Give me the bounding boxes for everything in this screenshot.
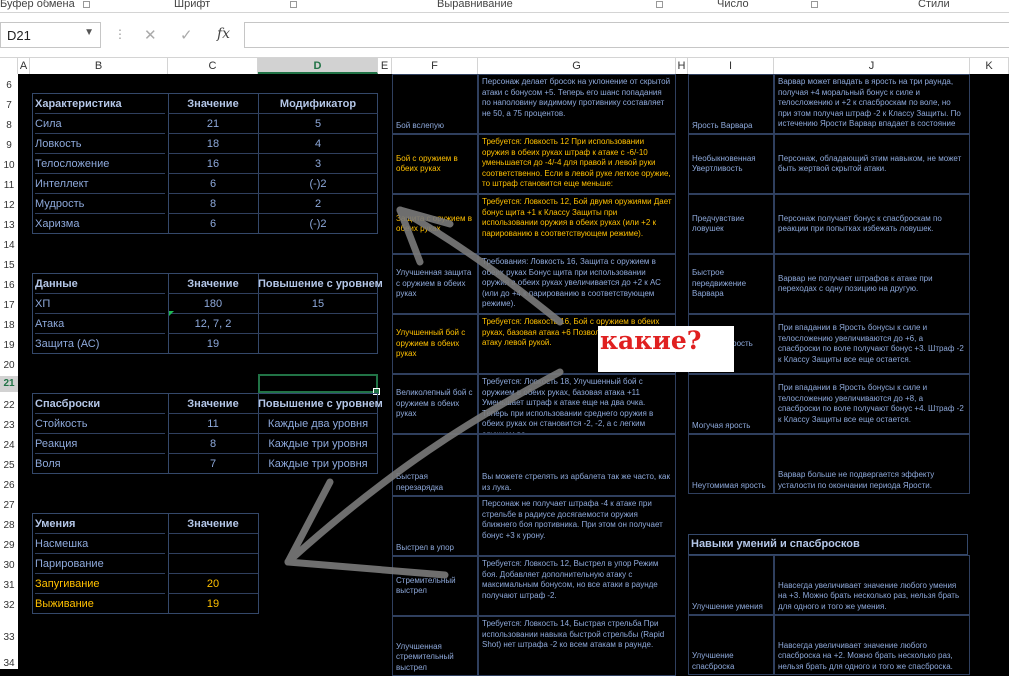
annotation-arrows <box>284 206 564 579</box>
arrow-lower-head-b <box>284 558 449 579</box>
arrow-lower <box>284 368 564 566</box>
arrow-lower-head-a <box>284 478 334 566</box>
annotation-note: какие? <box>598 326 734 372</box>
annotation-text: какие? <box>600 326 702 355</box>
arrow-upper <box>396 206 564 326</box>
